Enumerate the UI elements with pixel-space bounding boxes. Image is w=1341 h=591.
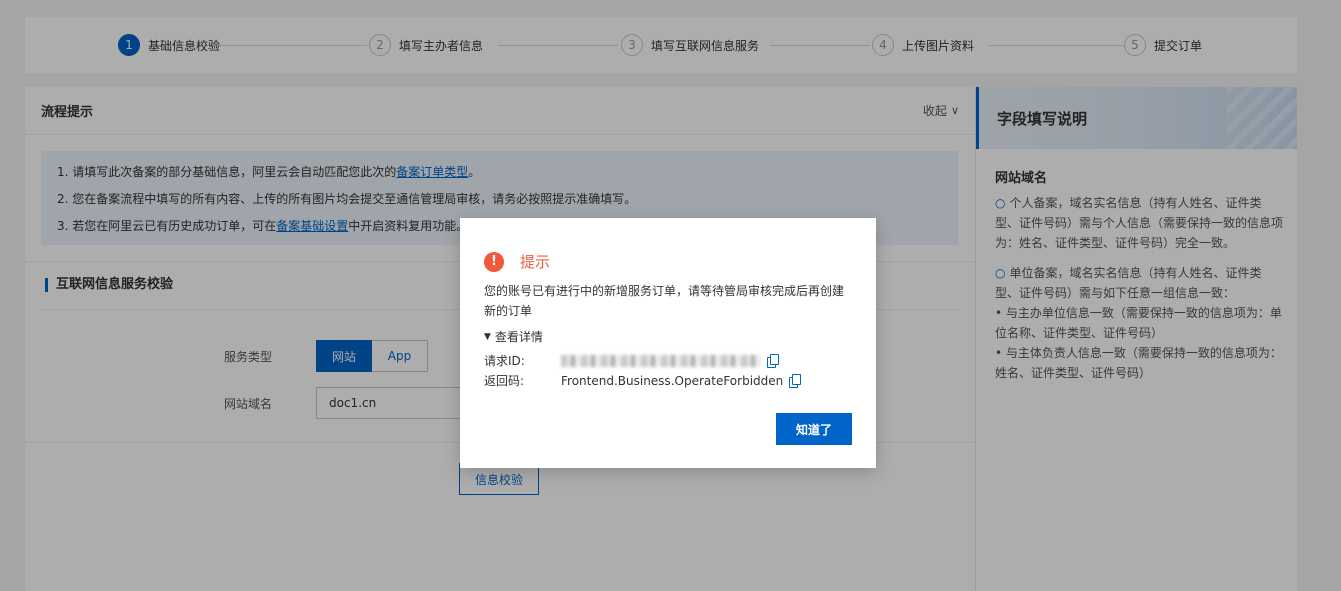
return-code-label: 返回码: [484, 374, 525, 388]
return-code-value: Frontend.Business.OperateForbidden [561, 373, 784, 388]
request-id-label: 请求ID: [484, 354, 525, 368]
request-id-row: 请求ID: [484, 352, 779, 369]
warning-icon: ! [484, 251, 504, 272]
copy-icon[interactable] [767, 353, 779, 368]
triangle-down-icon: ▼ [484, 331, 491, 342]
redacted-request-id [561, 354, 761, 367]
return-code-row: 返回码: Frontend.Business.OperateForbidden [484, 372, 802, 389]
details-toggle[interactable]: ▼ 查看详情 [484, 328, 543, 345]
dialog-title: 提示 [520, 253, 551, 271]
ok-button[interactable]: 知道了 [776, 413, 852, 445]
dialog-header: ! 提示 [484, 251, 550, 272]
copy-icon[interactable] [789, 373, 802, 388]
details-toggle-label: 查看详情 [494, 330, 543, 344]
dialog-message: 您的账号已有进行中的新增服务订单，请等待管局审核完成后再创建新的订单 [484, 284, 845, 318]
alert-dialog: ! 提示 您的账号已有进行中的新增服务订单，请等待管局审核完成后再创建新的订单 … [460, 218, 876, 468]
